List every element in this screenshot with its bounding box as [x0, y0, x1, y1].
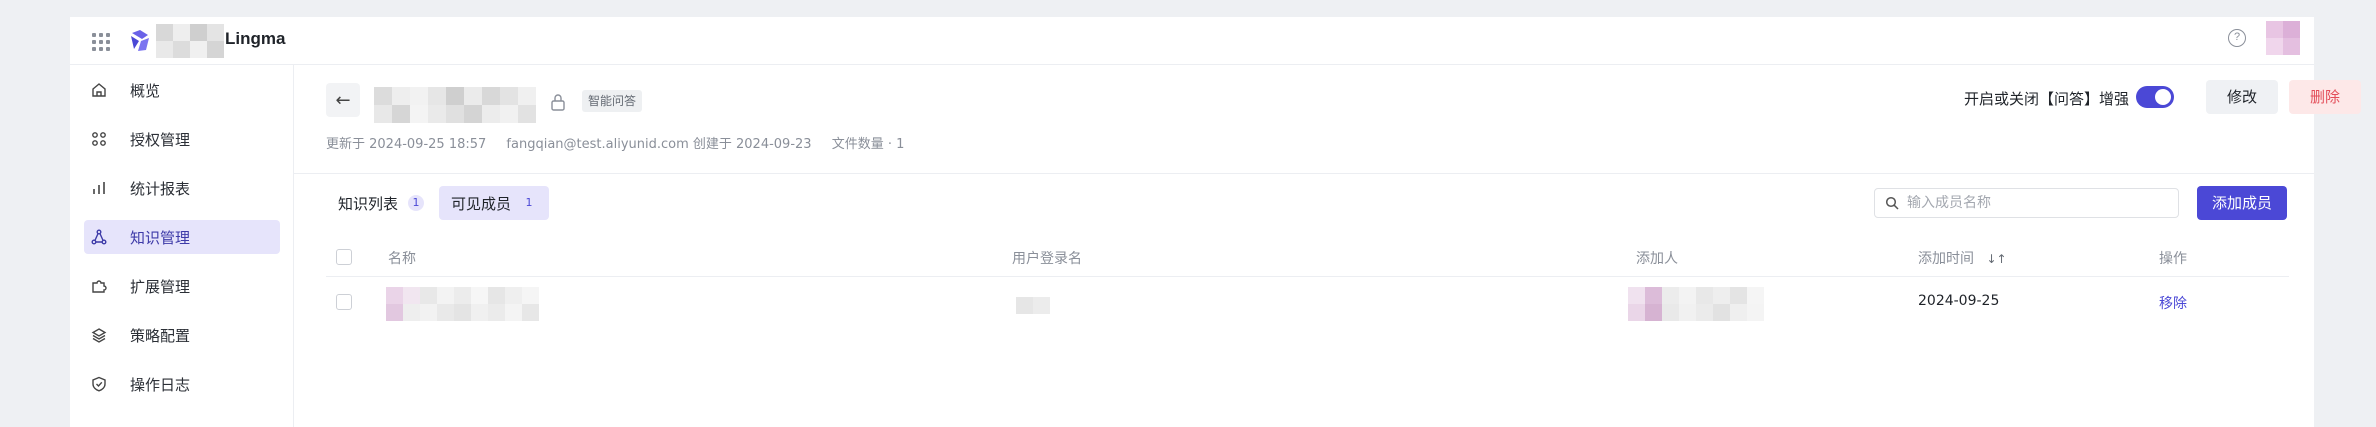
- member-search[interactable]: [1874, 188, 2179, 218]
- type-tag: 智能问答: [582, 90, 643, 112]
- brand-name: Lingma: [225, 29, 286, 48]
- sort-icon[interactable]: ↓↑: [1986, 252, 2006, 266]
- tab-visible-members[interactable]: 可见成员 1: [439, 186, 550, 220]
- qa-enhance-toggle[interactable]: [2136, 86, 2174, 108]
- column-header-label: 添加时间: [1918, 251, 1974, 267]
- main-content: ← 智能问答 更新于 2024-09-25 18:57 fangqian@tes…: [294, 65, 2361, 427]
- divider: [294, 173, 2314, 174]
- column-header-action: 操作: [2159, 251, 2187, 267]
- column-header-login: 用户登录名: [1012, 251, 1082, 267]
- edit-button[interactable]: 修改: [2206, 80, 2278, 114]
- sidebar-item-label: 扩展管理: [130, 277, 191, 296]
- sidebar-item-license[interactable]: 授权管理: [84, 122, 280, 156]
- login-name-redacted: [1016, 297, 1050, 314]
- sidebar-item-extensions[interactable]: 扩展管理: [84, 269, 280, 303]
- sidebar-item-knowledge[interactable]: 知识管理: [84, 220, 280, 254]
- org-name-redacted: [156, 24, 224, 58]
- grid-icon: [90, 130, 108, 148]
- knowledge-base-title-redacted: [374, 87, 536, 123]
- tab-label: 可见成员: [451, 194, 512, 213]
- app-window: Lingma ? 概览 授权管理 统计报表 知识管理 扩展管理 策略配置 操作日…: [70, 17, 2361, 427]
- back-button[interactable]: ←: [326, 83, 360, 117]
- shield-icon: [90, 375, 108, 393]
- sidebar-item-label: 概览: [130, 81, 161, 100]
- column-header-name: 名称: [388, 251, 416, 267]
- table-row: 2024-09-25 移除: [326, 277, 2289, 329]
- file-count: 文件数量 · 1: [831, 137, 905, 152]
- sidebar-item-overview[interactable]: 概览: [84, 73, 280, 107]
- sidebar-item-logs[interactable]: 操作日志: [84, 367, 280, 401]
- tab-count-badge: 1: [408, 195, 425, 211]
- sidebar-item-policy[interactable]: 策略配置: [84, 318, 280, 352]
- sidebar-item-label: 统计报表: [130, 179, 191, 198]
- column-header-added-time[interactable]: 添加时间 ↓↑: [1918, 248, 2007, 268]
- puzzle-icon: [90, 277, 108, 295]
- sidebar: 概览 授权管理 统计报表 知识管理 扩展管理 策略配置 操作日志: [70, 65, 294, 427]
- tab-label: 知识列表: [338, 194, 399, 213]
- member-name-redacted: [386, 287, 539, 321]
- updated-time: 更新于 2024-09-25 18:57: [326, 137, 487, 152]
- layers-icon: [90, 326, 108, 344]
- qa-toggle-label: 开启或关闭【问答】增强: [1964, 90, 2130, 108]
- meta-info: 更新于 2024-09-25 18:57 fangqian@test.aliyu…: [326, 133, 920, 152]
- delete-button[interactable]: 删除: [2289, 80, 2361, 114]
- add-member-button[interactable]: 添加成员: [2197, 186, 2287, 220]
- help-icon[interactable]: ?: [2228, 29, 2246, 47]
- avatar[interactable]: [2266, 21, 2300, 55]
- lock-icon: [551, 94, 565, 111]
- table-header: 名称 用户登录名 添加人 添加时间 ↓↑ 操作: [326, 237, 2289, 277]
- select-all-checkbox[interactable]: [336, 249, 352, 265]
- bar-chart-icon: [90, 179, 108, 197]
- tab-knowledge-list[interactable]: 知识列表 1: [326, 186, 436, 220]
- sidebar-item-label: 策略配置: [130, 326, 191, 345]
- sidebar-item-label: 操作日志: [130, 375, 191, 394]
- home-icon: [90, 81, 108, 99]
- knowledge-icon: [90, 228, 108, 246]
- row-checkbox[interactable]: [336, 294, 352, 310]
- added-by-redacted: [1628, 287, 1764, 321]
- search-icon: [1885, 196, 1899, 210]
- search-input[interactable]: [1907, 195, 2157, 211]
- lingma-logo-icon: [131, 30, 149, 51]
- remove-link[interactable]: 移除: [2159, 293, 2187, 313]
- column-header-added-by: 添加人: [1636, 251, 1678, 267]
- sidebar-item-label: 知识管理: [130, 228, 191, 247]
- app-launcher-icon[interactable]: [90, 31, 110, 51]
- tab-count-badge: 1: [525, 196, 533, 209]
- sidebar-item-label: 授权管理: [130, 130, 191, 149]
- creator-info: fangqian@test.aliyunid.com 创建于 2024-09-2…: [506, 137, 812, 152]
- sidebar-item-reports[interactable]: 统计报表: [84, 171, 280, 205]
- added-time-cell: 2024-09-25: [1918, 293, 2000, 309]
- top-bar: Lingma ?: [70, 17, 2314, 65]
